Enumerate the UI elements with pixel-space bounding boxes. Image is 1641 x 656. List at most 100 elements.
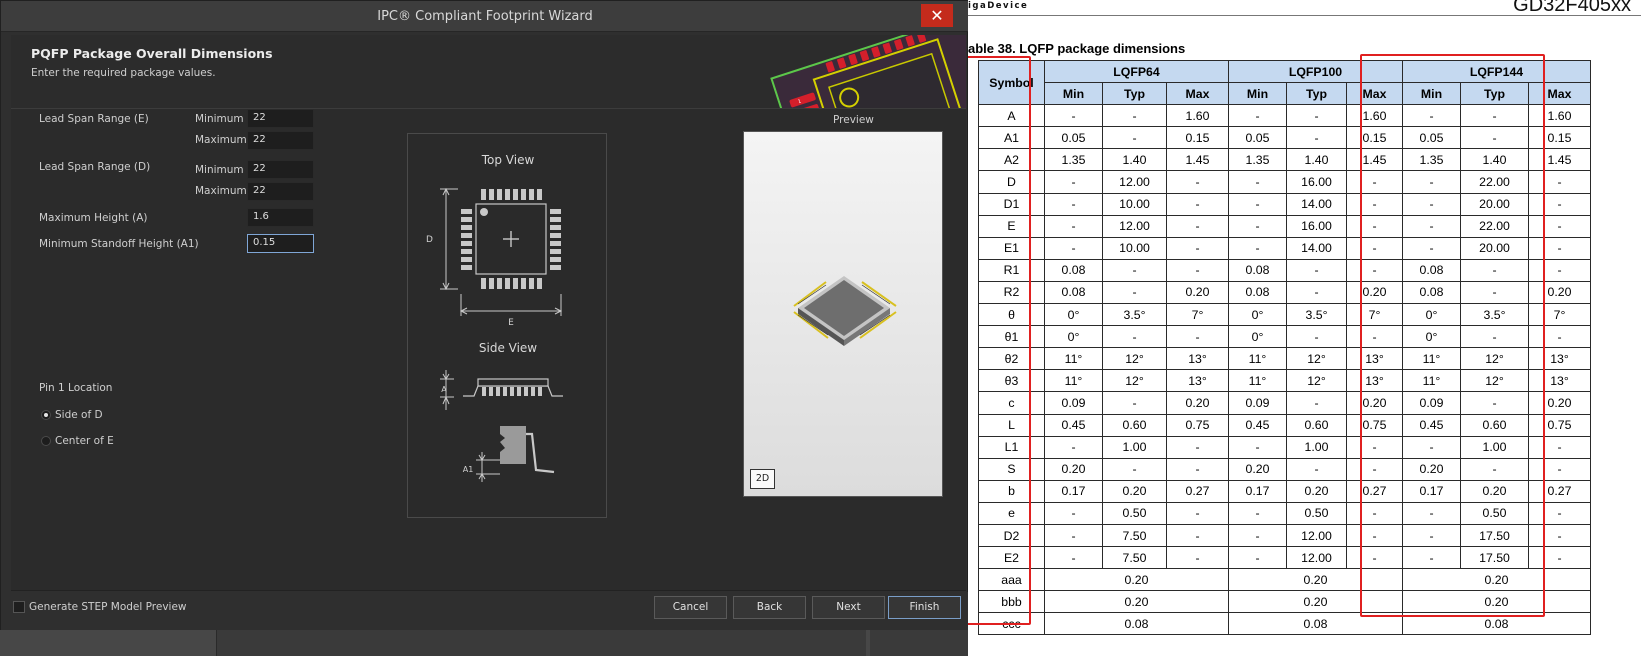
value-cell: 0.60	[1286, 413, 1347, 437]
value-cell: 0.45	[1044, 413, 1103, 437]
lead-span-e-min-input[interactable]: 22	[247, 109, 314, 128]
value-cell: 0.60	[1102, 413, 1167, 437]
chip-3d-model	[793, 276, 897, 346]
value-cell: 0°	[1228, 325, 1287, 349]
value-cell: 12.00	[1286, 523, 1347, 548]
value-cell: -	[1102, 104, 1167, 128]
close-button[interactable]: ✕	[921, 4, 953, 27]
value-cell: 0.20	[1044, 590, 1229, 614]
symbol-column-highlight	[968, 56, 1031, 625]
header-rule	[968, 15, 1641, 16]
value-cell: -	[1228, 546, 1287, 570]
value-cell: -	[1102, 325, 1167, 349]
value-cell: 1.00	[1286, 435, 1347, 459]
value-cell: -	[1286, 104, 1347, 128]
cancel-button[interactable]: Cancel	[654, 596, 727, 619]
value-cell: -	[1228, 501, 1287, 525]
finish-button[interactable]: Finish	[888, 596, 961, 619]
back-button[interactable]: Back	[733, 596, 806, 619]
min-standoff-label: Minimum Standoff Height (A1)	[39, 238, 199, 250]
value-cell: 1.45	[1166, 148, 1229, 172]
value-cell: 7°	[1166, 303, 1229, 327]
value-cell: -	[1166, 236, 1229, 260]
value-cell: 12°	[1286, 347, 1347, 371]
sub-header: Typ	[1286, 82, 1347, 106]
value-cell: 14.00	[1286, 192, 1347, 216]
value-cell: 0°	[1044, 325, 1103, 349]
value-cell: 16.00	[1286, 170, 1347, 194]
3d-preview-viewport[interactable]: 2D	[743, 131, 943, 497]
dim-a1-label: A1	[463, 465, 474, 474]
value-cell: -	[1166, 435, 1229, 459]
value-cell: -	[1166, 501, 1229, 525]
min-standoff-input[interactable]: 0.15	[247, 234, 314, 253]
value-cell: -	[1166, 325, 1229, 349]
lead-span-e-max-input[interactable]: 22	[247, 131, 314, 150]
max-height-input[interactable]: 1.6	[247, 208, 314, 227]
pin1-side-of-d-radio[interactable]	[41, 410, 51, 420]
value-cell: -	[1286, 391, 1347, 415]
side-view-label: Side View	[479, 341, 537, 355]
value-cell: -	[1228, 170, 1287, 194]
value-cell: -	[1102, 280, 1167, 305]
value-cell: 0.27	[1166, 479, 1229, 503]
value-cell: -	[1166, 170, 1229, 194]
window-title: IPC® Compliant Footprint Wizard	[377, 9, 593, 24]
generate-step-checkbox[interactable]	[13, 601, 25, 613]
value-cell: 0.75	[1166, 413, 1229, 437]
value-cell: 11°	[1228, 347, 1287, 371]
value-cell: 0.08	[1044, 258, 1103, 282]
package-header-lqfp64: LQFP64	[1044, 59, 1229, 84]
pin1-center-of-e-label[interactable]: Center of E	[55, 435, 114, 447]
generate-step-label[interactable]: Generate STEP Model Preview	[29, 601, 187, 613]
pin1-center-of-e-radio[interactable]	[41, 436, 51, 446]
lead-span-e-max-label: Maximum	[195, 134, 247, 146]
value-cell: 0.20	[1166, 391, 1229, 415]
table-caption: able 38. LQFP package dimensions	[968, 41, 1186, 56]
next-button[interactable]: Next	[812, 596, 885, 619]
value-cell: -	[1166, 546, 1229, 570]
value-cell: 11°	[1228, 369, 1287, 393]
preview-label: Preview	[833, 114, 874, 126]
value-cell: 12°	[1102, 369, 1167, 393]
value-cell: -	[1166, 457, 1229, 481]
datasheet-page: igaDevice GD32F405xx able 38. LQFP packa…	[968, 0, 1641, 656]
pin1-side-of-d-label[interactable]: Side of D	[55, 409, 103, 421]
value-cell: 0.20	[1044, 568, 1229, 592]
lead-span-d-min-input[interactable]: 22	[247, 160, 314, 179]
value-cell: 13°	[1166, 369, 1229, 393]
value-cell: -	[1166, 258, 1229, 282]
value-cell: -	[1228, 104, 1287, 128]
value-cell: 12°	[1286, 369, 1347, 393]
lead-span-d-max-input[interactable]: 22	[247, 182, 314, 201]
value-cell: 1.40	[1102, 148, 1167, 172]
lqfp144-column-highlight	[1360, 54, 1545, 617]
max-height-label: Maximum Height (A)	[39, 212, 148, 224]
view-2d-button[interactable]: 2D	[750, 469, 775, 489]
value-cell: -	[1286, 457, 1347, 481]
wizard-footer: Generate STEP Model Preview Cancel Back …	[1, 592, 969, 630]
value-cell: 0.20	[1228, 457, 1287, 481]
value-cell: 3.5°	[1286, 303, 1347, 327]
value-cell: -	[1044, 523, 1103, 548]
page-subtitle: Enter the required package values.	[31, 67, 216, 79]
top-view-label: Top View	[481, 153, 535, 167]
value-cell: 10.00	[1102, 236, 1167, 260]
title-bar: IPC® Compliant Footprint Wizard ✕	[1, 1, 969, 32]
lead-span-d-label: Lead Span Range (D)	[39, 161, 151, 173]
sub-header: Max	[1166, 82, 1229, 106]
value-cell: 12.00	[1102, 214, 1167, 238]
value-cell: -	[1044, 214, 1103, 238]
value-cell: 0.17	[1044, 479, 1103, 503]
value-cell: 0.50	[1286, 501, 1347, 525]
value-cell: 14.00	[1286, 236, 1347, 260]
value-cell: 11°	[1044, 347, 1103, 371]
value-cell: 11°	[1044, 369, 1103, 393]
datasheet-brand: igaDevice	[968, 1, 1029, 11]
value-cell: -	[1228, 214, 1287, 238]
value-cell: 0°	[1044, 303, 1103, 327]
lead-span-d-max-label: Maximum	[195, 185, 247, 197]
value-cell: 0.50	[1102, 501, 1167, 525]
value-cell: 0.15	[1166, 126, 1229, 150]
value-cell: 0.45	[1228, 413, 1287, 437]
